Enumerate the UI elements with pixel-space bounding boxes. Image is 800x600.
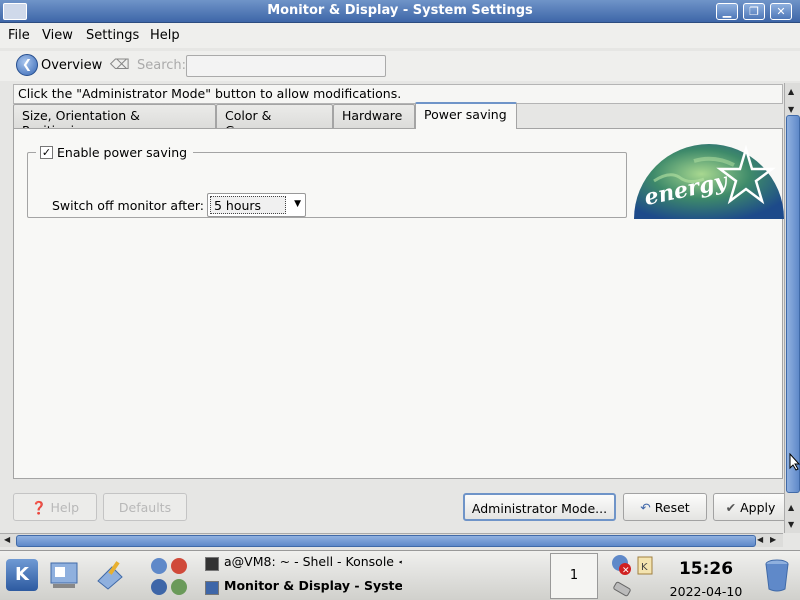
administrator-mode-button[interactable]: Administrator Mode... [463, 493, 616, 521]
quicklaunch-icons[interactable] [148, 555, 192, 599]
scroll-right-icon[interactable]: ▶ [770, 535, 776, 544]
svg-text:K: K [641, 562, 648, 573]
terminal-icon [205, 557, 219, 571]
tab-size-orientation[interactable]: Size, Orientation & Positioning [13, 104, 216, 138]
minimize-button[interactable]: ▁ [716, 3, 738, 20]
chevron-down-icon: ▼ [294, 199, 301, 209]
reset-button[interactable]: ↶ Reset [623, 493, 707, 521]
horizontal-scroll-thumb[interactable] [16, 535, 756, 547]
scroll-up-icon[interactable]: ▲ [788, 87, 794, 96]
clear-search-icon[interactable]: ⌫ [110, 58, 130, 73]
checkmark-icon: ✔ [725, 500, 737, 515]
trash-icon[interactable] [764, 559, 790, 593]
search-label: Search: [137, 58, 187, 73]
tab-bar: Size, Orientation & Positioning Color & … [13, 102, 783, 138]
klipper-clipboard-icon[interactable]: K [636, 555, 654, 575]
help-button[interactable]: ❓ Help [13, 493, 97, 521]
switch-off-select[interactable]: 5 hours ▼ [207, 193, 306, 217]
enable-power-saving-label: Enable power saving [57, 145, 188, 160]
maximize-button[interactable]: ❐ [743, 3, 765, 20]
menu-view[interactable]: View [42, 28, 73, 43]
title-bar: Monitor & Display - System Settings ▁ ❐ … [0, 0, 800, 23]
taskbar-task-monitor-display[interactable]: Monitor & Display - Syste [202, 578, 402, 600]
help-button-label: Help [50, 500, 80, 515]
info-message: Click the "Administrator Mode" button to… [18, 86, 402, 101]
checkbox-checked-icon[interactable]: ✓ [40, 146, 53, 159]
enable-power-saving-checkbox[interactable]: ✓ Enable power saving [36, 145, 194, 165]
apply-button-label: Apply [740, 500, 776, 515]
menu-help[interactable]: Help [150, 28, 180, 43]
search-input[interactable] [186, 55, 386, 77]
power-saving-panel: Switch off monitor after: 5 hours ▼ ✓ Ena… [13, 128, 784, 479]
network-disconnected-icon[interactable]: ✕ [610, 553, 634, 577]
desktop-pager[interactable]: 1 [550, 553, 598, 599]
tab-color-gamma[interactable]: Color & Gamma [216, 104, 333, 138]
svg-text:✕: ✕ [622, 566, 630, 576]
toolbar: ❮ Overview ⌫ Search: [0, 51, 800, 81]
taskbar-task-konsole[interactable]: a@VM8: ~ - Shell - Konsole < [202, 554, 402, 576]
reset-button-label: Reset [654, 500, 690, 515]
scroll-left-icon[interactable]: ◀ [4, 535, 10, 544]
back-arrow-icon[interactable]: ❮ [16, 54, 38, 76]
close-button[interactable]: ✕ [770, 3, 792, 20]
energy-star-logo: energy [634, 144, 784, 219]
module-content: Click the "Administrator Mode" button to… [0, 82, 788, 532]
control-center-icon[interactable] [94, 559, 126, 591]
system-icon[interactable] [49, 559, 81, 591]
tab-hardware[interactable]: Hardware [333, 104, 415, 128]
menu-bar: File View Settings Help [0, 23, 800, 48]
defaults-button[interactable]: Defaults [103, 493, 187, 521]
reset-icon: ↶ [640, 500, 651, 515]
usb-device-icon[interactable] [612, 579, 634, 597]
scroll-left-right-icon[interactable]: ◀ [757, 535, 763, 544]
horizontal-scrollbar[interactable]: ◀ ◀ ▶ [0, 533, 783, 547]
mouse-cursor-icon [789, 453, 800, 471]
overview-button[interactable]: Overview [41, 58, 102, 73]
scroll-down-icon[interactable]: ▼ [788, 520, 794, 529]
help-icon: ❓ [30, 500, 47, 515]
clock-time[interactable]: 15:26 [668, 559, 744, 579]
k-menu-icon[interactable]: K [6, 559, 38, 591]
apply-button[interactable]: ✔ Apply [713, 493, 788, 521]
task-monitor-label: Monitor & Display - Syste [224, 578, 402, 593]
task-konsole-label: a@VM8: ~ - Shell - Konsole < [224, 554, 402, 569]
menu-settings[interactable]: Settings [86, 28, 139, 43]
taskbar: K a@VM8: ~ - Shell - Konsole < Monitor &… [0, 550, 800, 600]
menu-file[interactable]: File [8, 28, 30, 43]
tab-power-saving[interactable]: Power saving [415, 102, 517, 129]
clock-date[interactable]: 2022-04-10 [664, 584, 748, 599]
system-settings-icon [205, 581, 219, 595]
switch-off-value: 5 hours [210, 196, 286, 214]
scroll-up-bottom-icon[interactable]: ▲ [788, 503, 794, 512]
vertical-scroll-thumb[interactable] [786, 115, 800, 493]
switch-off-label: Switch off monitor after: [52, 198, 204, 213]
dialog-button-row: ❓ Help Defaults Administrator Mode... ↶ … [0, 493, 788, 525]
window-title: Monitor & Display - System Settings [267, 3, 533, 18]
scroll-down-top-icon[interactable]: ▼ [788, 105, 794, 114]
